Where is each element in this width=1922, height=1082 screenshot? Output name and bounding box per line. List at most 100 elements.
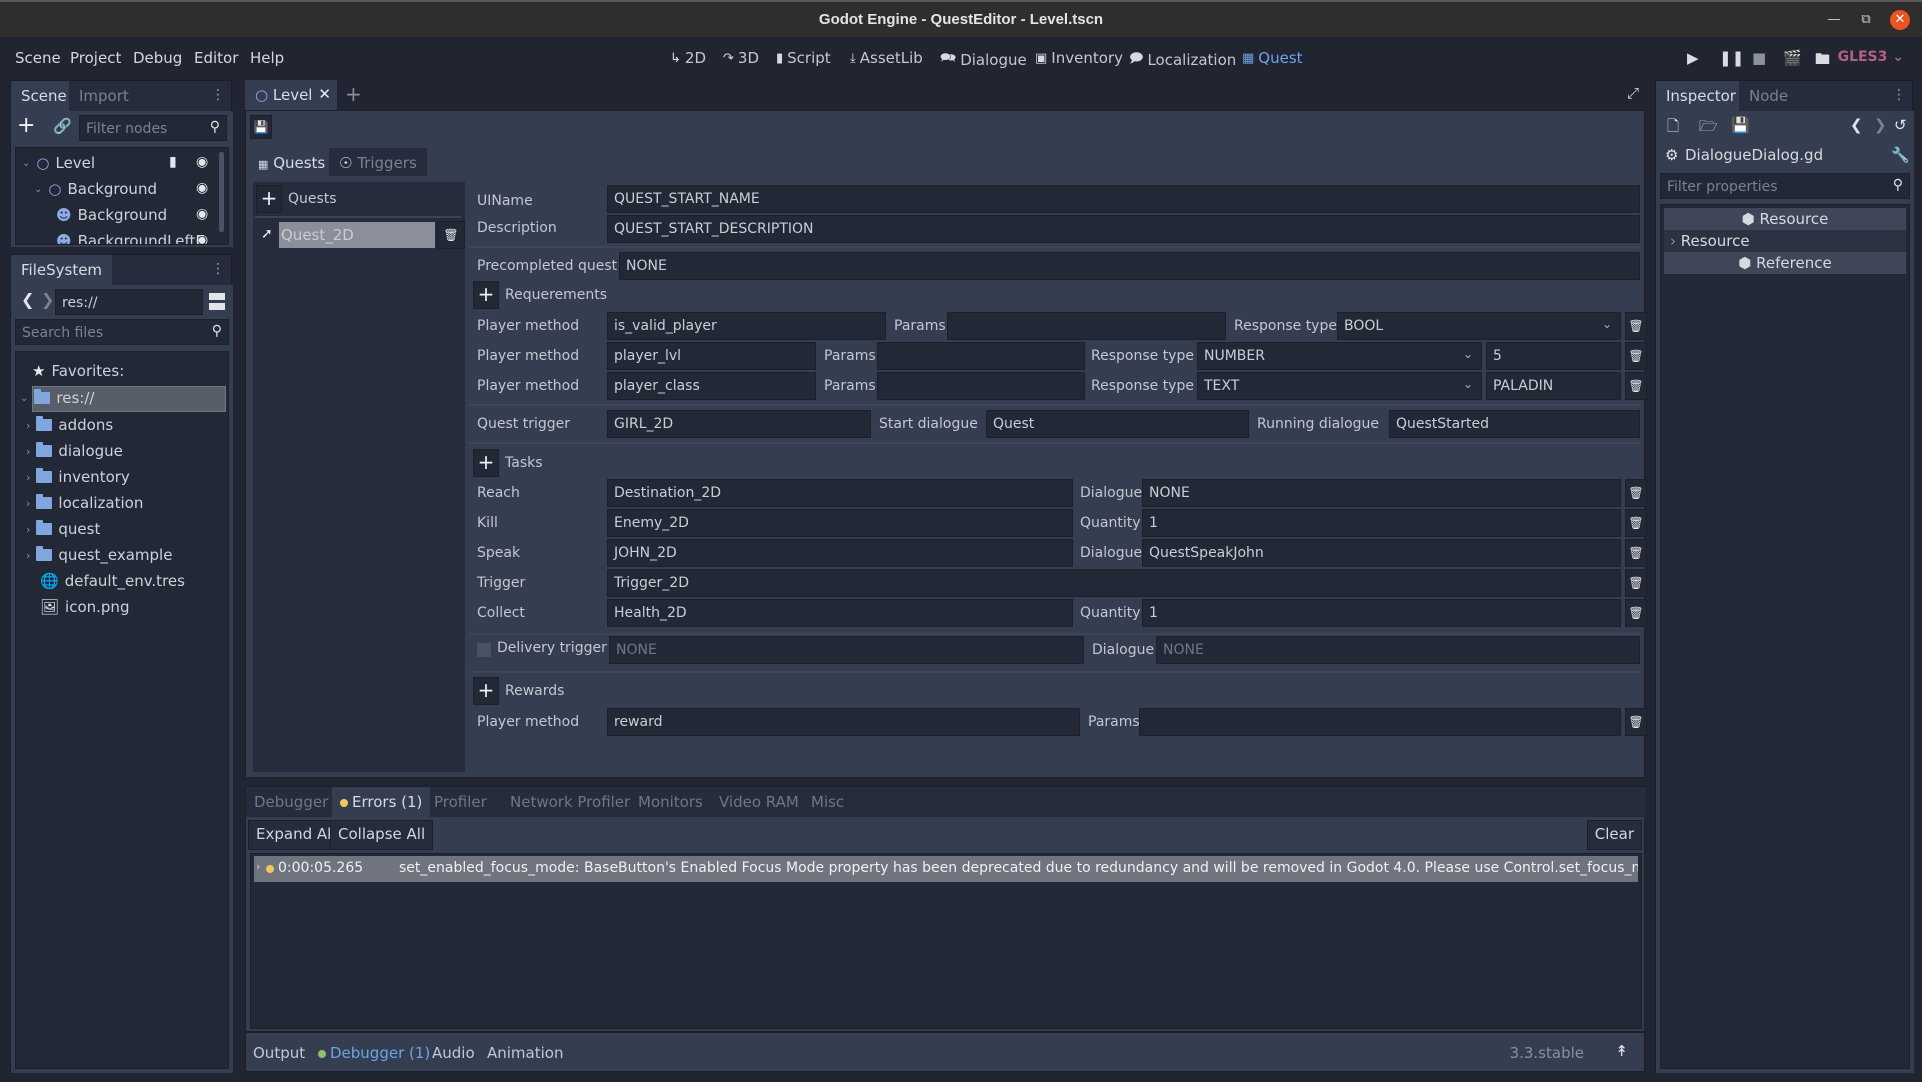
- delete-task-button[interactable]: 🗑: [1625, 599, 1647, 627]
- menu-editor[interactable]: Editor: [194, 49, 238, 67]
- delivery-trigger-select[interactable]: NONE: [609, 636, 1084, 664]
- renderer-select[interactable]: GLES3 ⌄: [1838, 49, 1904, 65]
- workspace-dialogue[interactable]: 🗪 Dialogue: [940, 49, 1027, 71]
- workspace-2d[interactable]: ↳ 2D: [670, 49, 706, 67]
- history-back-icon[interactable]: ❮: [1850, 116, 1863, 134]
- task-target-input[interactable]: JOHN_2D: [607, 539, 1073, 567]
- tab-audio[interactable]: Audio: [432, 1044, 475, 1062]
- tab-debugger-panel[interactable]: Debugger (1): [318, 1044, 430, 1062]
- object-tools-icon[interactable]: 🔧: [1891, 146, 1910, 164]
- dock-menu-icon[interactable]: ⋮: [211, 87, 225, 103]
- back-button[interactable]: ❮: [21, 290, 34, 309]
- split-view-button[interactable]: [209, 293, 225, 311]
- history-forward-icon[interactable]: ❯: [1874, 116, 1887, 134]
- visibility-eye-icon[interactable]: ◉: [196, 206, 208, 222]
- req-response-select[interactable]: TEXT ⌄: [1197, 372, 1482, 400]
- dock-menu-icon[interactable]: ⋮: [211, 261, 225, 277]
- workspace-3d[interactable]: ↷ 3D: [723, 49, 759, 67]
- add-node-button[interactable]: +: [17, 113, 35, 138]
- group-resource[interactable]: › Resource: [1664, 230, 1906, 252]
- tree-item-background-left[interactable]: ☻ BackgroundLeftE: [56, 232, 205, 244]
- visibility-eye-icon[interactable]: ◉: [196, 180, 208, 196]
- req-method-input[interactable]: player_lvl: [607, 342, 816, 370]
- file-item[interactable]: › quest_example: [26, 546, 172, 564]
- reward-method-input[interactable]: reward: [607, 708, 1080, 736]
- start-dialogue-select[interactable]: Quest: [986, 410, 1249, 438]
- delivery-trigger-checkbox[interactable]: [477, 643, 491, 657]
- tab-network-profiler[interactable]: Network Profiler: [502, 787, 638, 817]
- req-method-input[interactable]: is_valid_player: [607, 312, 886, 340]
- workspace-script[interactable]: ▮ Script: [776, 49, 831, 67]
- req-response-select[interactable]: NUMBER ⌄: [1197, 342, 1482, 370]
- open-folder-icon[interactable]: 🗁: [1699, 116, 1718, 141]
- workspace-localization[interactable]: 🗩 Localization: [1129, 49, 1236, 71]
- menu-debug[interactable]: Debug: [133, 49, 182, 67]
- visibility-eye-icon[interactable]: ◉: [196, 154, 208, 170]
- req-params-input[interactable]: [947, 312, 1226, 340]
- close-button[interactable]: ✕: [1890, 10, 1910, 30]
- file-item[interactable]: › inventory: [26, 468, 130, 486]
- expand-panel-icon[interactable]: ↟: [1615, 1042, 1628, 1060]
- tree-item-level[interactable]: ⌄ ○ Level: [22, 154, 95, 172]
- req-response-select[interactable]: BOOL ⌄: [1337, 312, 1621, 340]
- stop-button[interactable]: ■: [1752, 49, 1766, 67]
- file-item[interactable]: 🖼 icon.png: [26, 598, 129, 616]
- dock-menu-icon[interactable]: ⋮: [1892, 87, 1906, 103]
- scene-tab-level[interactable]: ○ Level ✕: [245, 80, 337, 110]
- tab-scene[interactable]: Scene: [11, 81, 77, 111]
- quest-item-quest-2d[interactable]: Quest_2D: [279, 222, 435, 248]
- filter-properties-input[interactable]: Filter properties ⚲: [1660, 173, 1910, 199]
- task-target-input[interactable]: Enemy_2D: [607, 509, 1073, 537]
- play-button[interactable]: ▶: [1687, 49, 1699, 67]
- reward-params-input[interactable]: [1139, 708, 1621, 736]
- scrollbar[interactable]: [219, 152, 224, 232]
- forward-button[interactable]: ❯: [41, 290, 54, 309]
- search-files-input[interactable]: Search files ⚲: [15, 319, 229, 345]
- save-resource-icon[interactable]: 💾: [1731, 116, 1750, 134]
- delete-task-button[interactable]: 🗑: [1625, 539, 1647, 567]
- tab-errors[interactable]: Errors (1): [332, 787, 431, 817]
- tab-triggers[interactable]: ☉ Triggers: [329, 148, 427, 176]
- maximize-button[interactable]: ⧉: [1856, 10, 1876, 30]
- minimize-button[interactable]: —: [1824, 10, 1844, 30]
- description-input[interactable]: QUEST_START_DESCRIPTION: [607, 215, 1640, 243]
- menu-project[interactable]: Project: [70, 49, 121, 67]
- collapse-all-button[interactable]: Collapse All: [330, 820, 434, 850]
- tab-profiler[interactable]: Profiler: [426, 787, 495, 817]
- tab-monitors[interactable]: Monitors: [630, 787, 711, 817]
- delete-quest-button[interactable]: 🗑: [437, 221, 465, 249]
- tab-output[interactable]: Output: [253, 1044, 305, 1062]
- menu-help[interactable]: Help: [250, 49, 284, 67]
- delete-task-button[interactable]: 🗑: [1625, 569, 1647, 597]
- delete-requirement-button[interactable]: 🗑: [1625, 342, 1647, 370]
- error-row[interactable]: › 0:00:05.265 set_enabled_focus_mode: Ba…: [254, 856, 1638, 882]
- file-item[interactable]: › localization: [26, 494, 143, 512]
- add-quest-button[interactable]: +: [256, 185, 282, 213]
- task-target-input[interactable]: Destination_2D: [607, 479, 1073, 507]
- delivery-dialogue-select[interactable]: NONE: [1156, 636, 1640, 664]
- open-quest-icon[interactable]: ➚: [261, 226, 273, 242]
- path-input[interactable]: res://: [55, 289, 203, 315]
- quest-trigger-select[interactable]: GIRL_2D: [607, 410, 871, 438]
- tab-import[interactable]: Import: [69, 81, 139, 111]
- precompleted-select[interactable]: NONE: [619, 252, 1640, 280]
- file-item[interactable]: › quest: [26, 520, 100, 538]
- favorites-item[interactable]: ★ Favorites:: [32, 362, 124, 380]
- tab-animation[interactable]: Animation: [487, 1044, 563, 1062]
- close-tab-icon[interactable]: ✕: [318, 85, 331, 103]
- tab-quests[interactable]: ▦ Quests: [248, 148, 336, 176]
- instance-scene-button[interactable]: 🔗: [53, 117, 72, 135]
- task-target-input[interactable]: Trigger_2D: [607, 569, 1621, 597]
- tab-node[interactable]: Node: [1739, 81, 1799, 111]
- tree-item-background-sprite[interactable]: ☻ Background: [56, 206, 167, 224]
- running-dialogue-select[interactable]: QuestStarted: [1389, 410, 1640, 438]
- script-icon[interactable]: ▮: [169, 154, 177, 170]
- tab-misc[interactable]: Misc: [803, 787, 852, 817]
- task-extra-input[interactable]: NONE: [1142, 479, 1621, 507]
- play-custom-scene-button[interactable]: 🖿: [1815, 49, 1830, 74]
- tab-debugger[interactable]: Debugger: [246, 787, 336, 817]
- visibility-eye-icon[interactable]: ◉: [196, 232, 208, 244]
- workspace-quest[interactable]: ▦ Quest: [1242, 49, 1303, 67]
- play-scene-button[interactable]: 🎬: [1783, 49, 1802, 67]
- req-value-input[interactable]: 5: [1486, 342, 1621, 370]
